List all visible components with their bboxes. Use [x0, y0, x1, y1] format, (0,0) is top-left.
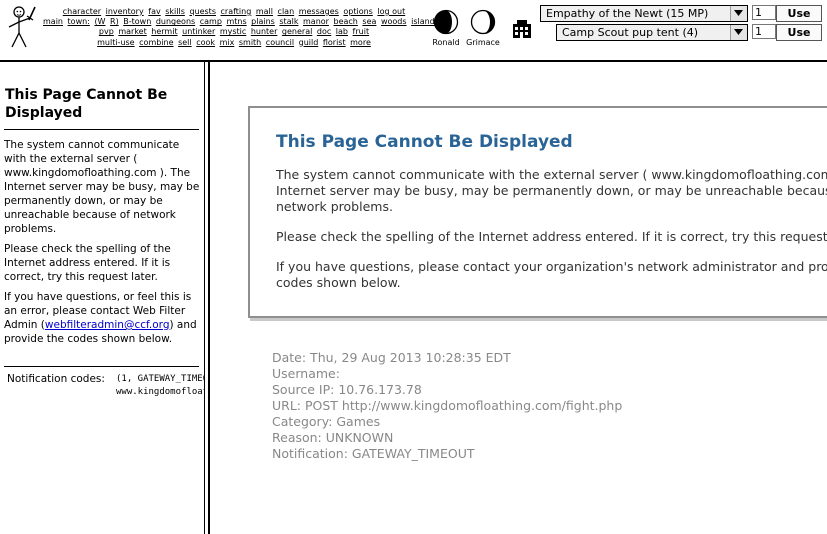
- notification-codes-value: (1, GATEWAY_TIMEOUT, www.kingdomofloathi…: [116, 374, 204, 397]
- nav-link-mix[interactable]: mix: [220, 38, 235, 47]
- nav-row-shops: pvp market hermit untinker mystic hunter…: [42, 27, 426, 37]
- left-error-title: This Page Cannot Be Displayed: [5, 87, 168, 121]
- nav-link-town[interactable]: town:: [68, 17, 90, 26]
- left-error-paragraph-1: The system cannot communicate with the e…: [4, 139, 200, 235]
- nav-link-sea[interactable]: sea: [362, 17, 376, 26]
- error-box: This Page Cannot Be Displayed The system…: [248, 106, 827, 318]
- main-frame: This Page Cannot Be Displayed The system…: [210, 62, 827, 534]
- divider: [4, 366, 199, 367]
- nav-link-town-wrong[interactable]: (W: [94, 17, 105, 26]
- skill-cast-row: Empathy of the Newt (15 MP) 1 Use: [540, 5, 822, 22]
- nav-link-stalk[interactable]: stalk: [279, 17, 298, 26]
- item-use-row: Camp Scout pup tent (4) 1 Use: [556, 24, 822, 41]
- error-detail-line: Reason: UNKNOWN: [272, 430, 394, 445]
- error-detail-line: Source IP: 10.76.173.78: [272, 382, 422, 397]
- skill-quantity-input[interactable]: 1: [752, 5, 776, 20]
- skill-select[interactable]: Empathy of the Newt (15 MP): [540, 5, 748, 22]
- chevron-down-icon: [730, 25, 747, 40]
- nav-link-untinker[interactable]: untinker: [182, 27, 215, 36]
- ronald-moon-label: Ronald: [432, 38, 460, 47]
- webfilter-admin-email-link[interactable]: webfilteradmin@ccf.org: [45, 319, 170, 331]
- error-paragraph-3-line-2: codes shown below.: [276, 275, 401, 290]
- error-paragraph-2: Please check the spelling of the Interne…: [276, 229, 827, 244]
- chevron-down-icon: [730, 6, 747, 21]
- left-frame: This Page Cannot Be Displayed The system…: [0, 62, 204, 534]
- campsite-building-icon[interactable]: [511, 17, 533, 39]
- error-detail-line: URL: POST http://www.kingdomofloathing.c…: [272, 398, 623, 413]
- skill-use-button[interactable]: Use: [776, 5, 822, 22]
- nav-link-woods[interactable]: woods: [381, 17, 407, 26]
- nav-link-sell[interactable]: sell: [178, 38, 192, 47]
- nav-link-mall[interactable]: mall: [256, 7, 273, 16]
- error-detail-line: Category: Games: [272, 414, 381, 429]
- left-error-paragraph-2: Please check the spelling of the Interne…: [4, 243, 171, 283]
- top-menu-bar: character inventory fav skills quests cr…: [0, 0, 827, 62]
- error-paragraph-1-line-3: network problems.: [276, 199, 393, 214]
- nav-link-manor[interactable]: manor: [303, 17, 329, 26]
- nav-link-log-out[interactable]: log out: [377, 7, 405, 16]
- nav-link-fav[interactable]: fav: [148, 7, 160, 16]
- nav-link-mtns[interactable]: mtns: [226, 17, 246, 26]
- item-select-value: Camp Scout pup tent (4): [562, 26, 699, 39]
- nav-row-town: main town: (W R) B-town dungeons camp mt…: [42, 17, 435, 27]
- nav-link-camp[interactable]: camp: [200, 17, 222, 26]
- nav-link-dungeons[interactable]: dungeons: [156, 17, 195, 26]
- nav-link-florist[interactable]: florist: [323, 38, 346, 47]
- nav-link-fruit[interactable]: fruit: [353, 27, 370, 36]
- nav-link-guild[interactable]: guild: [299, 38, 319, 47]
- nav-link-messages[interactable]: messages: [299, 7, 339, 16]
- error-detail-line: Username:: [272, 366, 340, 381]
- nav-link-quests[interactable]: quests: [189, 7, 216, 16]
- nav-link-b-town[interactable]: B-town: [123, 17, 151, 26]
- nav-link-pvp[interactable]: pvp: [99, 27, 114, 36]
- nav-links: character inventory fav skills quests cr…: [42, 7, 435, 48]
- nav-link-general[interactable]: general: [282, 27, 312, 36]
- ronald-moon-icon: [433, 9, 459, 35]
- item-use-button[interactable]: Use: [776, 24, 822, 41]
- error-paragraph-1-line-1: The system cannot communicate with the e…: [276, 167, 827, 182]
- nav-link-crafting[interactable]: crafting: [221, 7, 252, 16]
- item-quantity-input[interactable]: 1: [752, 24, 776, 39]
- nav-row-main: character inventory fav skills quests cr…: [42, 7, 426, 17]
- nav-row-actions: multi-use combine sell cook mix smith co…: [42, 38, 426, 48]
- nav-link-council[interactable]: council: [266, 38, 294, 47]
- nav-link-lab[interactable]: lab: [336, 27, 348, 36]
- character-avatar-icon[interactable]: [4, 4, 38, 50]
- notification-codes-label: Notification codes:: [7, 373, 105, 385]
- nav-link-more[interactable]: more: [350, 38, 371, 47]
- error-details: Date: Thu, 29 Aug 2013 10:28:35 EDT Usern…: [272, 350, 622, 462]
- left-error-paragraph-3: If you have questions, or feel this is a…: [4, 290, 200, 346]
- nav-link-market[interactable]: market: [118, 27, 146, 36]
- error-paragraph-3-line-1: If you have questions, please contact yo…: [276, 259, 827, 274]
- nav-link-skills[interactable]: skills: [165, 7, 185, 16]
- nav-link-character[interactable]: character: [63, 7, 101, 16]
- nav-link-options[interactable]: options: [343, 7, 372, 16]
- nav-link-multi-use[interactable]: multi-use: [97, 38, 135, 47]
- grimace-moon-label: Grimace: [466, 38, 500, 47]
- nav-link-combine[interactable]: combine: [139, 38, 173, 47]
- error-title: This Page Cannot Be Displayed: [276, 132, 573, 152]
- grimace-moon[interactable]: Grimace: [464, 9, 502, 47]
- item-select[interactable]: Camp Scout pup tent (4): [556, 24, 748, 41]
- nav-link-clan[interactable]: clan: [278, 7, 295, 16]
- nav-link-mystic[interactable]: mystic: [220, 27, 246, 36]
- nav-link-cook[interactable]: cook: [196, 38, 215, 47]
- divider: [4, 129, 199, 130]
- nav-link-smith[interactable]: smith: [239, 38, 261, 47]
- grimace-moon-icon: [470, 9, 496, 35]
- error-paragraph-1-line-2: Internet server may be busy, may be perm…: [276, 183, 827, 198]
- nav-link-hunter[interactable]: hunter: [251, 27, 278, 36]
- nav-link-plains[interactable]: plains: [251, 17, 275, 26]
- ronald-moon[interactable]: Ronald: [430, 9, 462, 47]
- error-detail-line: Date: Thu, 29 Aug 2013 10:28:35 EDT: [272, 350, 511, 365]
- error-detail-line: Notification: GATEWAY_TIMEOUT: [272, 446, 475, 461]
- nav-link-inventory[interactable]: inventory: [106, 7, 144, 16]
- nav-link-main[interactable]: main: [43, 17, 63, 26]
- skill-select-value: Empathy of the Newt (15 MP): [546, 7, 709, 20]
- nav-link-doc[interactable]: doc: [317, 27, 331, 36]
- nav-link-beach[interactable]: beach: [334, 17, 358, 26]
- nav-link-hermit[interactable]: hermit: [151, 27, 177, 36]
- nav-link-town-right[interactable]: R): [110, 17, 119, 26]
